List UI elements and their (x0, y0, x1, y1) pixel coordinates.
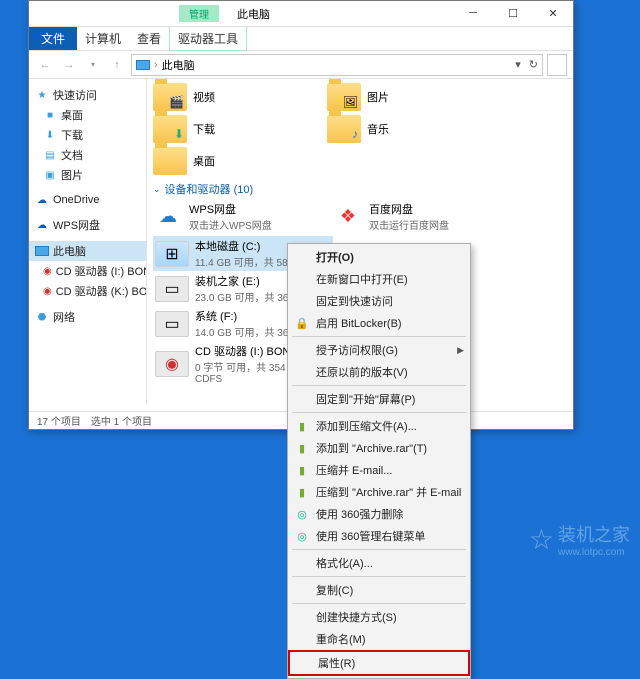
ctx-properties[interactable]: 属性(R) (288, 650, 470, 676)
ctx-grant-access[interactable]: 授予访问权限(G)▶ (288, 339, 470, 361)
back-button[interactable]: ← (35, 55, 55, 75)
separator (292, 336, 466, 337)
sidebar-wps[interactable]: ☁WPS网盘 (29, 215, 146, 235)
cloud-baidu[interactable]: ❖ 百度网盘双击运行百度网盘 (333, 201, 513, 232)
cloud-icon: ☁ (35, 193, 49, 207)
download-icon: ⬇ (43, 128, 57, 142)
ctx-360-menu-mgr[interactable]: ◎使用 360管理右键菜单 (288, 525, 470, 547)
separator (292, 549, 466, 550)
folder-pictures[interactable]: 🖼图片 (327, 83, 477, 111)
sidebar-cd-i[interactable]: ◉CD 驱动器 (I:) BONJ (29, 261, 146, 281)
context-menu: 打开(O) 在新窗口中打开(E) 固定到快速访问 🔒启用 BitLocker(B… (287, 243, 471, 679)
chevron-right-icon: ▶ (457, 345, 464, 356)
disc-icon: ◉ (155, 351, 189, 377)
disc-icon: ◉ (43, 264, 52, 278)
folder-downloads[interactable]: ⬇下载 (153, 115, 303, 143)
watermark: ☆ 装机之家 www.lotpc.com (529, 521, 630, 558)
archive-icon: ▮ (294, 462, 310, 478)
sidebar-cd-k[interactable]: ◉CD 驱动器 (K:) BON (29, 281, 146, 301)
titlebar: 管理 此电脑 ─ ☐ ✕ (29, 1, 573, 27)
baidu-icon: ❖ (333, 204, 363, 230)
separator (292, 412, 466, 413)
address-text: 此电脑 (162, 57, 195, 73)
nav-sidebar: ★快速访问 ■桌面 ⬇下载 ▤文档 ▣图片 ☁OneDrive ☁WPS网盘 此… (29, 79, 147, 405)
ctx-create-shortcut[interactable]: 创建快捷方式(S) (288, 606, 470, 628)
360-icon: ◎ (294, 506, 310, 522)
ctx-open-new-window[interactable]: 在新窗口中打开(E) (288, 268, 470, 290)
ctx-rename[interactable]: 重命名(M) (288, 628, 470, 650)
archive-icon: ▮ (294, 484, 310, 500)
sidebar-documents[interactable]: ▤文档 (29, 145, 146, 165)
cloud-icon: ☁ (153, 204, 183, 230)
status-selected: 选中 1 个项目 (91, 413, 152, 428)
separator (292, 385, 466, 386)
address-bar: ← → ▾ ↑ › 此电脑 ▾ ↻ (29, 51, 573, 79)
maximize-button[interactable]: ☐ (493, 1, 533, 25)
close-button[interactable]: ✕ (533, 1, 573, 25)
ctx-bitlocker[interactable]: 🔒启用 BitLocker(B) (288, 312, 470, 334)
refresh-icon[interactable]: ↻ (529, 58, 538, 71)
star-icon: ☆ (529, 523, 554, 556)
star-icon: ★ (35, 88, 49, 102)
sidebar-quick-access[interactable]: ★快速访问 (29, 85, 146, 105)
ctx-pin-start[interactable]: 固定到"开始"屏幕(P) (288, 388, 470, 410)
ctx-copy[interactable]: 复制(C) (288, 579, 470, 601)
ctx-prev-versions[interactable]: 还原以前的版本(V) (288, 361, 470, 383)
cloud-wps[interactable]: ☁ WPS网盘双击进入WPS网盘 (153, 201, 333, 232)
forward-button[interactable]: → (59, 55, 79, 75)
wps-icon: ☁ (35, 218, 49, 232)
up-button[interactable]: ↑ (107, 55, 127, 75)
network-icon: ⬣ (35, 310, 49, 324)
sidebar-desktop[interactable]: ■桌面 (29, 105, 146, 125)
separator (292, 576, 466, 577)
devices-section-header[interactable]: ⌄设备和驱动器 (10) (153, 181, 573, 197)
ribbon: 文件 计算机 查看 驱动器工具 (29, 27, 573, 51)
sidebar-pictures[interactable]: ▣图片 (29, 165, 146, 185)
folder-desktop[interactable]: 桌面 (153, 147, 303, 175)
contextual-tab-header: 管理 (179, 5, 219, 22)
pictures-icon: ▣ (43, 168, 57, 182)
sidebar-downloads[interactable]: ⬇下载 (29, 125, 146, 145)
ctx-email-rar[interactable]: ▮压缩到 "Archive.rar" 并 E-mail (288, 481, 470, 503)
recent-button[interactable]: ▾ (83, 55, 103, 75)
ctx-360-force-delete[interactable]: ◎使用 360强力删除 (288, 503, 470, 525)
contextual-tab-group: 管理 (179, 5, 219, 22)
search-box[interactable] (547, 54, 567, 76)
hdd-icon: ▭ (155, 311, 189, 337)
archive-icon: ▮ (294, 418, 310, 434)
separator (292, 603, 466, 604)
sidebar-onedrive[interactable]: ☁OneDrive (29, 191, 146, 209)
ctx-pin-quick[interactable]: 固定到快速访问 (288, 290, 470, 312)
disc-icon: ◉ (43, 284, 52, 298)
address-input[interactable]: › 此电脑 ▾ ↻ (131, 54, 543, 76)
ctx-open[interactable]: 打开(O) (288, 246, 470, 268)
folder-videos[interactable]: 🎬视频 (153, 83, 303, 111)
360-icon: ◎ (294, 528, 310, 544)
lock-icon: 🔒 (294, 315, 310, 331)
pc-icon (136, 60, 150, 70)
ribbon-tab-computer[interactable]: 计算机 (77, 27, 129, 50)
ctx-email[interactable]: ▮压缩并 E-mail... (288, 459, 470, 481)
folder-music[interactable]: ♪音乐 (327, 115, 477, 143)
ctx-add-archive[interactable]: ▮添加到压缩文件(A)... (288, 415, 470, 437)
chevron-down-icon: ⌄ (153, 184, 161, 195)
title-text: 此电脑 (237, 6, 270, 22)
desktop-icon: ■ (43, 108, 57, 122)
hdd-icon: ▭ (155, 276, 189, 302)
ribbon-tab-view[interactable]: 查看 (129, 27, 169, 50)
ctx-add-rar[interactable]: ▮添加到 "Archive.rar"(T) (288, 437, 470, 459)
ribbon-tab-drivetools[interactable]: 驱动器工具 (169, 27, 247, 51)
sidebar-network[interactable]: ⬣网络 (29, 307, 146, 327)
windows-drive-icon: ⊞ (155, 241, 189, 267)
status-count: 17 个项目 (37, 413, 81, 428)
sidebar-thispc[interactable]: 此电脑 (29, 241, 146, 261)
address-dropdown-icon[interactable]: ▾ (515, 58, 521, 71)
pc-icon (35, 246, 49, 256)
ctx-format[interactable]: 格式化(A)... (288, 552, 470, 574)
archive-icon: ▮ (294, 440, 310, 456)
ribbon-file-tab[interactable]: 文件 (29, 27, 77, 50)
minimize-button[interactable]: ─ (453, 1, 493, 25)
document-icon: ▤ (43, 148, 57, 162)
